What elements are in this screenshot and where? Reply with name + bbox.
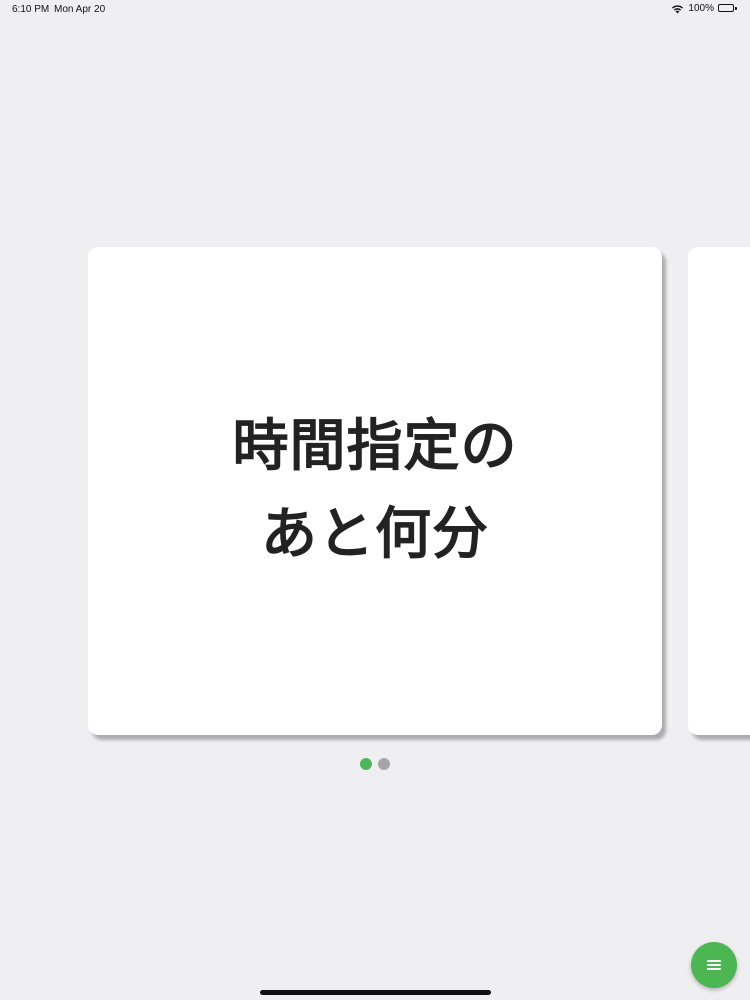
page-dot[interactable] (378, 758, 390, 770)
page-dot-active[interactable] (360, 758, 372, 770)
card-current[interactable]: 時間指定の あと何分 (88, 247, 662, 735)
menu-button[interactable] (691, 942, 737, 988)
status-date: Mon Apr 20 (54, 4, 106, 15)
battery-percent: 100% (688, 3, 714, 14)
status-time: 6:10 PM (12, 4, 50, 15)
card-title: 時間指定の あと何分 (233, 403, 518, 579)
card-next-peek[interactable] (688, 247, 750, 735)
status-indicators: 100% (671, 3, 738, 14)
card-title-line-2: あと何分 (261, 502, 489, 567)
menu-icon (707, 960, 721, 970)
home-indicator[interactable] (260, 990, 491, 995)
page-indicator[interactable] (360, 758, 390, 770)
wifi-icon (671, 4, 684, 14)
status-bar: 6:10 PM Mon Apr 20 100% (0, 0, 750, 18)
battery-icon (718, 4, 738, 13)
card-title-line-1: 時間指定の (232, 414, 518, 479)
